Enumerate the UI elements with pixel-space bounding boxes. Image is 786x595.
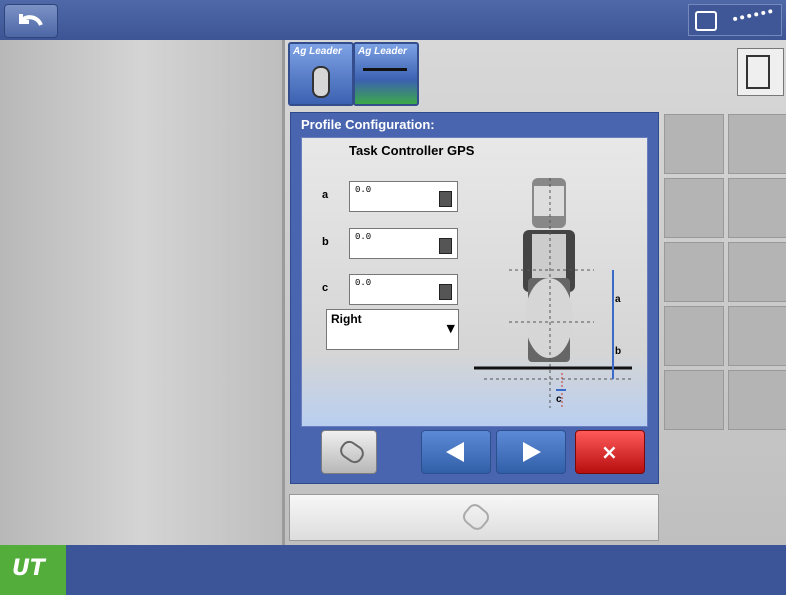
wrench-icon (459, 500, 493, 534)
keypad-icon (439, 284, 452, 300)
wrench-icon (337, 437, 367, 467)
dialog-buttons: × (301, 430, 646, 474)
next-button[interactable] (496, 430, 566, 474)
grid-icon (746, 55, 770, 89)
signal-icon (732, 9, 776, 33)
close-icon: × (601, 440, 618, 464)
dropdown-arrow-icon: ▼ (446, 322, 455, 335)
keypad-icon (439, 191, 452, 207)
logo-text: UT (12, 556, 45, 581)
bottom-bar (0, 545, 786, 595)
panel-divider (282, 40, 285, 545)
connection-icon (695, 11, 717, 31)
selected-side: Right (331, 312, 362, 326)
field-label-c: c (322, 282, 329, 294)
switch-icon (312, 66, 330, 98)
field-input-a[interactable]: 0.0 (349, 181, 458, 212)
left-arrow-icon (446, 442, 464, 462)
tab-sprayer[interactable]: Ag Leader (353, 42, 419, 106)
field-input-c[interactable]: 0.0 (349, 274, 458, 305)
softkey[interactable] (664, 370, 724, 430)
field-label-b: b (322, 236, 329, 248)
top-bar (0, 0, 786, 40)
softkey[interactable] (664, 306, 724, 366)
left-panel (0, 40, 282, 545)
softkey[interactable] (728, 242, 786, 302)
side-select[interactable]: Right ▼ (326, 309, 459, 350)
settings-button[interactable] (321, 430, 377, 474)
field-value: 0.0 (355, 278, 372, 288)
tab-controller[interactable]: Ag Leader (288, 42, 354, 106)
field-label-a: a (322, 189, 329, 201)
softkey-column (660, 110, 786, 433)
ut-logo: UT (0, 545, 66, 595)
field-input-b[interactable]: 0.0 (349, 228, 458, 259)
back-arrow-icon (19, 14, 43, 26)
softkey[interactable] (728, 306, 786, 366)
back-button[interactable] (4, 4, 58, 38)
previous-button[interactable] (421, 430, 491, 474)
softkey[interactable] (664, 178, 724, 238)
status-icons (688, 4, 782, 36)
right-arrow-icon (523, 442, 541, 462)
field-value: 0.0 (355, 232, 372, 242)
softkey[interactable] (664, 114, 724, 174)
cancel-button[interactable]: × (575, 430, 645, 474)
tab-label: Ag Leader (293, 46, 342, 57)
diagram-label-c: c (556, 394, 562, 405)
field-value: 0.0 (355, 185, 372, 195)
softkey[interactable] (728, 114, 786, 174)
dialog-title: Profile Configuration: (301, 117, 435, 132)
footer-tool-button[interactable] (289, 494, 659, 541)
section-title: Task Controller GPS (349, 143, 475, 158)
dialog-content: Task Controller GPS a 0.0 b 0.0 c 0.0 Ri… (301, 137, 648, 427)
diagram-label-a: a (615, 294, 621, 305)
softkey[interactable] (728, 178, 786, 238)
tab-label: Ag Leader (358, 46, 407, 57)
softkey[interactable] (728, 370, 786, 430)
profile-dialog: Profile Configuration: Task Controller G… (290, 112, 659, 484)
keypad-icon (439, 238, 452, 254)
sprayer-icon (363, 68, 407, 95)
vehicle-diagram: a b c (474, 178, 632, 408)
softkey[interactable] (664, 242, 724, 302)
screen-grid-button[interactable] (737, 48, 784, 96)
diagram-label-b: b (615, 346, 621, 357)
